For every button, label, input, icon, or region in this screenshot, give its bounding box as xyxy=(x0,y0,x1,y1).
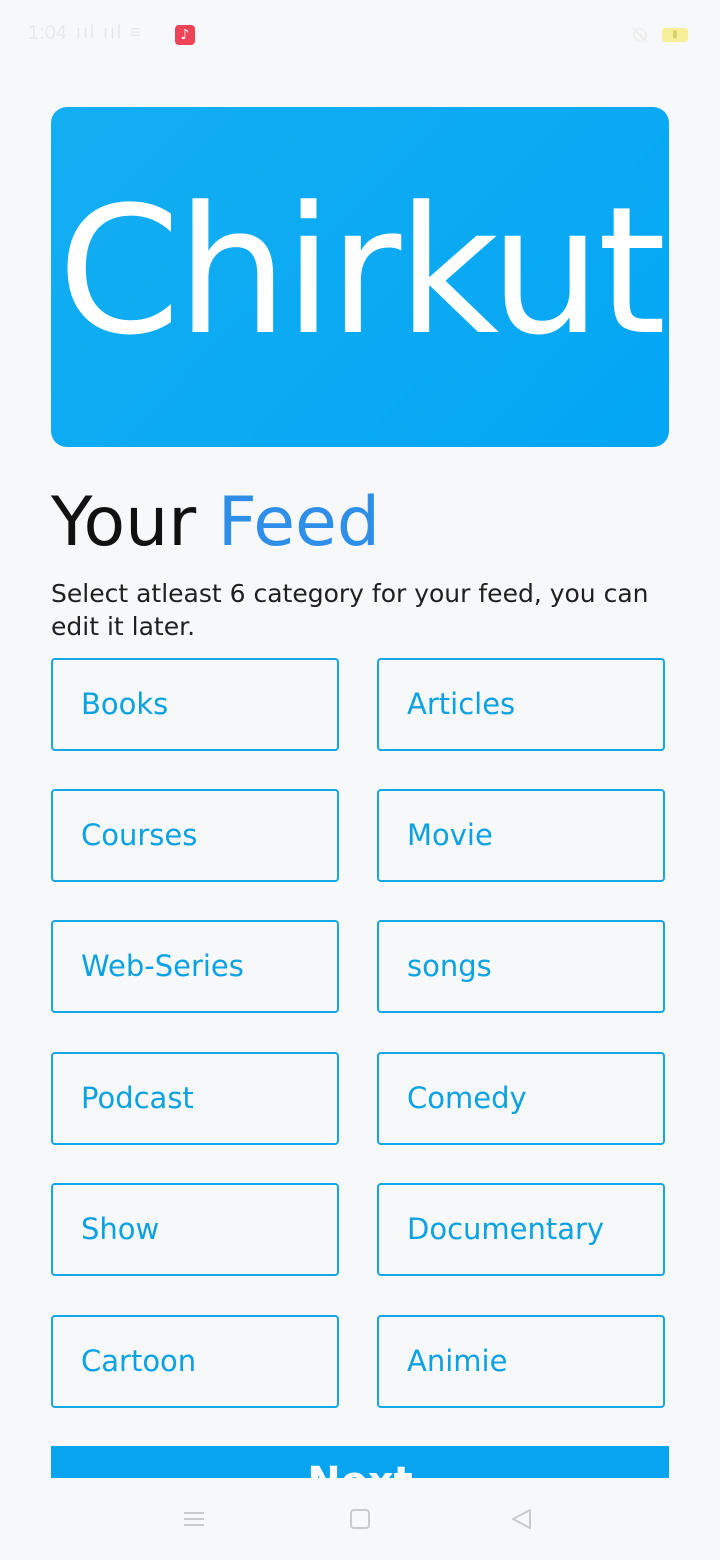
system-nav-bar xyxy=(0,1478,720,1560)
category-web-series-button[interactable]: Web-Series xyxy=(51,920,339,1013)
category-books-button[interactable]: Books xyxy=(51,658,339,751)
logo-banner: Chirkut xyxy=(51,107,669,447)
page-title: Your Feed xyxy=(51,483,380,563)
music-note-icon: ♪ xyxy=(175,25,195,45)
category-show-button[interactable]: Show xyxy=(51,1183,339,1276)
category-articles-button[interactable]: Articles xyxy=(377,658,665,751)
back-triangle-icon[interactable] xyxy=(508,1505,536,1533)
page-title-accent: Feed xyxy=(217,483,381,562)
category-animie-button[interactable]: Animie xyxy=(377,1315,665,1408)
category-comedy-button[interactable]: Comedy xyxy=(377,1052,665,1145)
category-documentary-button[interactable]: Documentary xyxy=(377,1183,665,1276)
page-subtitle: Select atleast 6 category for your feed,… xyxy=(51,579,649,641)
signal-icon: ııl ııl ≡ xyxy=(76,22,143,42)
home-square-icon[interactable] xyxy=(346,1505,374,1533)
status-bar: 1:04 ııl ııl ≡ ♪ ▮ xyxy=(0,0,720,70)
category-movie-button[interactable]: Movie xyxy=(377,789,665,882)
menu-icon[interactable] xyxy=(180,1505,208,1533)
category-cartoon-button[interactable]: Cartoon xyxy=(51,1315,339,1408)
app-logo: Chirkut xyxy=(57,169,667,374)
category-courses-button[interactable]: Courses xyxy=(51,789,339,882)
category-podcast-button[interactable]: Podcast xyxy=(51,1052,339,1145)
category-songs-button[interactable]: songs xyxy=(377,920,665,1013)
page-title-prefix: Your xyxy=(51,483,197,562)
status-time: 1:04 xyxy=(28,22,67,44)
battery-icon: ▮ xyxy=(662,28,688,42)
silent-icon xyxy=(632,27,648,43)
